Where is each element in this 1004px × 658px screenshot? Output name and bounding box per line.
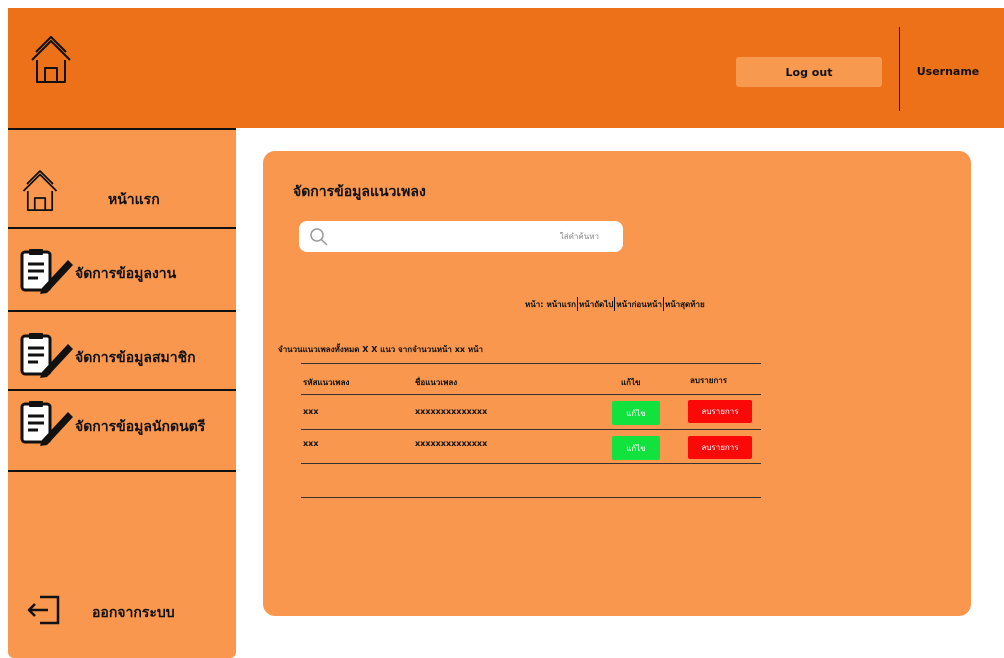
divider <box>614 297 616 311</box>
table-line <box>301 463 761 464</box>
edit-document-icon <box>20 401 73 446</box>
main-card: จัดการข้อมูลแนวเพลง หน้า: หน้าแรก หน้าถั… <box>263 151 971 616</box>
cell-name: xxxxxxxxxxxxxx <box>415 439 488 448</box>
search-input[interactable] <box>339 221 609 252</box>
sidebar: หน้าแรก จัดการข้อมูลงาน จัดการข้อมูลสมาช… <box>8 128 236 658</box>
edit-document-icon <box>20 333 73 378</box>
sidebar-item-label: หน้าแรก <box>108 192 160 208</box>
sidebar-item-home[interactable]: หน้าแรก <box>8 165 236 225</box>
cell-name: xxxxxxxxxxxxxx <box>415 407 488 416</box>
page-last-link[interactable]: หน้าสุดท้าย <box>665 298 705 311</box>
summary-text: จำนวนแนวเพลงทั้งหมด X X แนว จากจำนวนหน้า… <box>278 345 484 354</box>
edit-button[interactable]: แก้ไข <box>612 436 660 460</box>
sidebar-item-members[interactable]: จัดการข้อมูลสมาชิก <box>8 322 236 382</box>
search-box[interactable] <box>299 221 623 252</box>
divider <box>576 297 578 311</box>
page-next-link[interactable]: หน้าถัดไป <box>579 298 613 311</box>
divider <box>662 297 664 311</box>
header-edit: แก้ไข <box>621 378 641 387</box>
sidebar-item-label: จัดการข้อมูลงาน <box>75 266 177 282</box>
edit-button[interactable]: แก้ไข <box>612 401 660 425</box>
header-name: ชื่อแนวเพลง <box>415 378 458 387</box>
sidebar-logout-label: ออกจากระบบ <box>92 605 175 621</box>
page-first-link[interactable]: หน้าแรก <box>546 298 576 311</box>
pagination: หน้า: หน้าแรก หน้าถัดไป หน้าก่อนหน้า หน้… <box>525 297 705 311</box>
home-icon <box>22 170 58 211</box>
divider <box>8 310 236 312</box>
app-page: Log out Username หน้าแรก จัดการข้อมูลงาน… <box>0 0 1004 658</box>
table-line <box>301 497 761 498</box>
sidebar-item-jobs[interactable]: จัดการข้อมูลงาน <box>8 238 236 298</box>
top-header: Log out Username <box>8 8 1004 128</box>
logout-button[interactable]: Log out <box>736 57 882 87</box>
pagination-prefix: หน้า: <box>525 299 544 309</box>
edit-document-icon <box>20 249 73 294</box>
username-label[interactable]: Username <box>908 65 988 78</box>
divider <box>8 227 236 229</box>
table-line <box>301 363 761 364</box>
delete-button[interactable]: ลบรายการ <box>688 436 752 459</box>
sidebar-item-musicians[interactable]: จัดการข้อมูลนักดนตรี <box>8 400 236 460</box>
sidebar-item-label: จัดการข้อมูลนักดนตรี <box>75 419 206 435</box>
page-title: จัดการข้อมูลแนวเพลง <box>293 184 426 200</box>
divider <box>8 470 236 472</box>
delete-button[interactable]: ลบรายการ <box>688 400 752 423</box>
header-id: รหัสแนวเพลง <box>303 378 350 387</box>
table-line <box>301 429 761 430</box>
header-delete: ลบรายการ <box>690 376 728 385</box>
divider <box>8 389 236 391</box>
sidebar-item-label: จัดการข้อมูลสมาชิก <box>75 350 196 366</box>
cell-id: xxx <box>303 439 319 448</box>
search-icon <box>310 228 328 246</box>
page-prev-link[interactable]: หน้าก่อนหน้า <box>616 298 662 311</box>
cell-id: xxx <box>303 407 319 416</box>
home-icon[interactable] <box>28 36 74 84</box>
table-line <box>301 394 761 395</box>
sidebar-logout[interactable]: ออกจากระบบ <box>8 585 236 635</box>
header-divider <box>899 27 900 111</box>
logout-icon <box>27 595 60 625</box>
